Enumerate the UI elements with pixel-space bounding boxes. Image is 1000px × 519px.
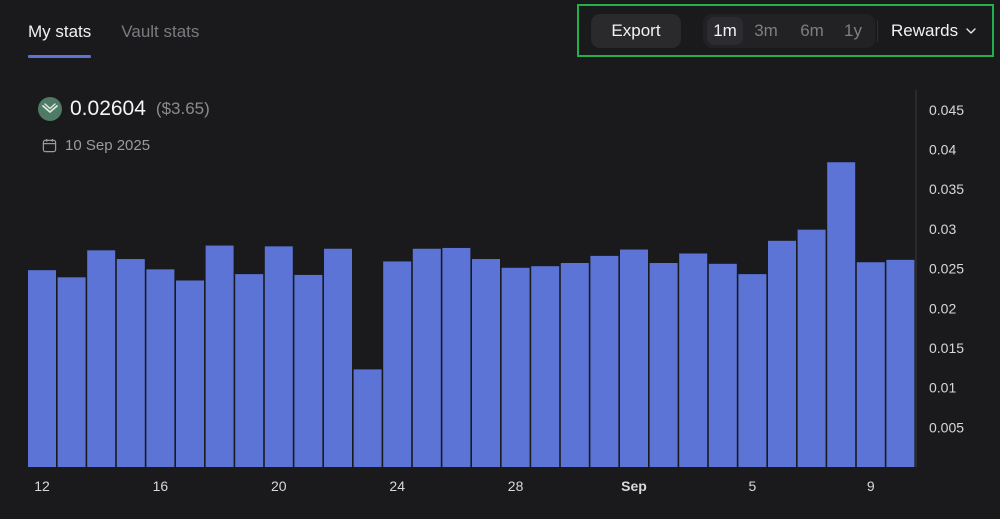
x-tick-label: 5	[749, 478, 757, 494]
y-tick-label: 0.03	[929, 221, 956, 237]
chart-bar[interactable]	[324, 248, 352, 467]
selected-date: 10 Sep 2025	[42, 137, 150, 154]
rewards-bar-chart: 0.005 0.01 0.015 0.02 0.025 0.03 0.035 0.04 0.04…	[28, 90, 964, 494]
selected-date-label: 10 Sep 2025	[65, 137, 151, 154]
chart-bar[interactable]	[294, 274, 323, 467]
y-tick-label: 0.04	[929, 142, 956, 158]
controls-divider	[877, 20, 878, 42]
y-tick-label: 0.01	[929, 380, 956, 396]
tab-my-stats[interactable]: My stats	[28, 18, 92, 58]
x-axis-ticks: 12 16 20 24 28 Sep 5 9	[34, 478, 875, 494]
chart-bar[interactable]	[146, 269, 175, 467]
range-1m-button[interactable]: 1m	[707, 17, 743, 45]
x-tick-label: 20	[271, 478, 287, 494]
chart-bar[interactable]	[28, 270, 56, 467]
chart-bar[interactable]	[353, 369, 382, 467]
stat-usd-value: ($3.65)	[155, 99, 210, 118]
chart-bar[interactable]	[886, 259, 915, 467]
metric-dropdown-label: Rewards	[891, 21, 959, 40]
export-button[interactable]: Export	[591, 14, 681, 48]
metric-dropdown[interactable]: Rewards	[891, 14, 976, 48]
chart-bar[interactable]	[590, 255, 619, 467]
selected-stat: 0.02604 ($3.65)	[38, 97, 210, 121]
chart-bar[interactable]	[57, 277, 86, 467]
stats-tabs: My stats Vault stats	[28, 18, 199, 58]
chart-bar[interactable]	[797, 229, 826, 467]
range-6m-button[interactable]: 6m	[792, 17, 832, 45]
chart-bar[interactable]	[620, 249, 648, 467]
chart-bar[interactable]	[442, 247, 471, 467]
range-1y-button[interactable]: 1y	[836, 17, 870, 45]
stat-value: 0.02604	[70, 97, 146, 120]
chart-bar[interactable]	[264, 246, 293, 467]
stats-panel: My stats Vault stats Export 1m 3m 6m 1y …	[0, 0, 1000, 519]
chart-bar[interactable]	[116, 259, 145, 467]
chart-bar[interactable]	[501, 267, 530, 467]
x-tick-label: 24	[389, 478, 405, 494]
y-tick-label: 0.005	[929, 419, 964, 435]
chart-bar[interactable]	[235, 274, 264, 467]
y-tick-label: 0.025	[929, 261, 964, 277]
x-tick-label: 16	[153, 478, 169, 494]
x-tick-label: 9	[867, 478, 875, 494]
x-tick-label: 12	[34, 478, 50, 494]
calendar-icon	[42, 138, 57, 153]
chart-bar[interactable]	[708, 263, 737, 467]
y-tick-label: 0.035	[929, 181, 964, 197]
chart-bar[interactable]	[87, 250, 116, 467]
chart-bar[interactable]	[472, 259, 500, 467]
time-range-selector: 1m 3m 6m 1y	[703, 14, 875, 48]
chevron-down-icon	[966, 28, 976, 34]
chart-bars	[28, 162, 915, 468]
y-axis-ticks: 0.005 0.01 0.015 0.02 0.025 0.03 0.035 0.04 0.04…	[929, 102, 964, 435]
x-tick-label: Sep	[621, 478, 647, 494]
chart-bar[interactable]	[768, 240, 796, 467]
chart-bar[interactable]	[383, 261, 412, 467]
chart-controls: Export 1m 3m 6m 1y Rewards	[577, 4, 994, 57]
chart-bar[interactable]	[205, 245, 234, 467]
y-tick-label: 0.015	[929, 340, 964, 356]
chart-bar[interactable]	[679, 253, 708, 468]
chart-bar[interactable]	[176, 280, 204, 467]
tab-vault-stats[interactable]: Vault stats	[121, 18, 199, 58]
y-tick-label: 0.045	[929, 102, 964, 118]
chart-bar[interactable]	[738, 274, 767, 467]
chart-bar[interactable]	[560, 263, 589, 467]
y-tick-label: 0.02	[929, 300, 956, 316]
chart-bar[interactable]	[531, 266, 560, 467]
chart-bar[interactable]	[412, 248, 441, 467]
chart-bar[interactable]	[649, 263, 678, 467]
chart-bar[interactable]	[827, 162, 856, 468]
coin-icon	[38, 97, 62, 121]
x-tick-label: 28	[508, 478, 524, 494]
range-3m-button[interactable]: 3m	[748, 17, 784, 45]
chart-bar[interactable]	[856, 262, 885, 467]
